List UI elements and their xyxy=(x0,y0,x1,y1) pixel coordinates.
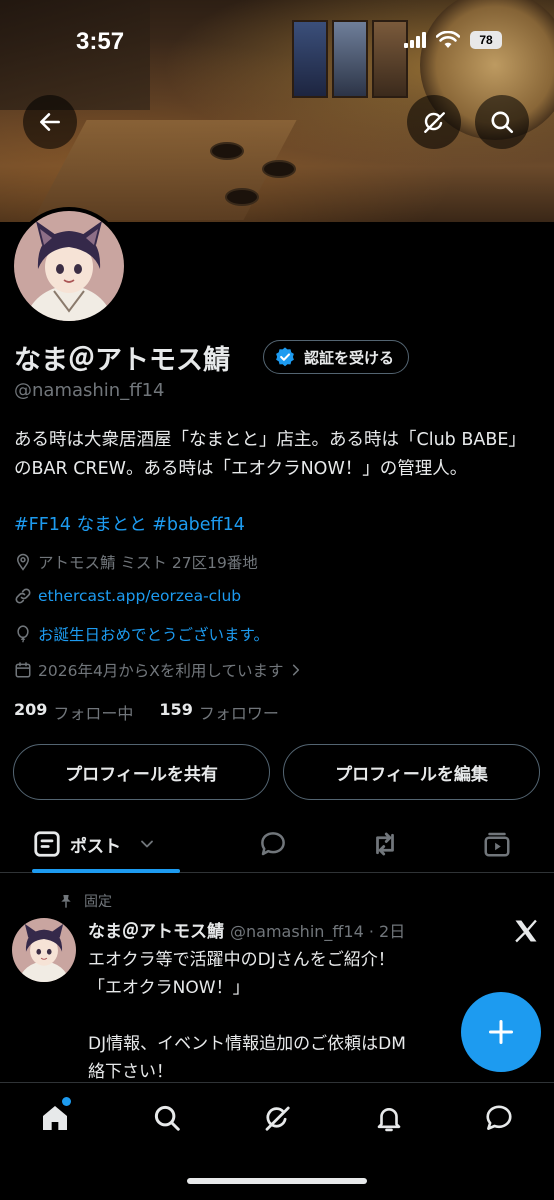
wifi-icon xyxy=(436,31,460,48)
chevron-down-icon xyxy=(141,840,153,848)
notification-dot xyxy=(62,1097,71,1106)
profile-website[interactable]: ethercast.app/eorzea-club xyxy=(14,587,241,605)
profile-birthday: お誕生日おめでとうございます。 xyxy=(14,623,269,645)
battery-indicator: 78 xyxy=(470,31,502,49)
x-logo-icon[interactable] xyxy=(512,917,540,945)
banner-board xyxy=(0,0,150,110)
profile-avatar[interactable] xyxy=(10,207,128,325)
post-header: なま＠アトモス鯖 @namashin_ff14 · 2日 xyxy=(88,917,405,942)
get-verified-button[interactable]: 認証を受ける xyxy=(263,340,410,374)
website-link[interactable]: ethercast.app/eorzea-club xyxy=(38,587,241,605)
balloon-icon xyxy=(17,625,29,643)
profile-bio: ある時は大衆居酒屋「なまとと」店主。ある時は「Club BABE」のBAR CR… xyxy=(14,430,526,479)
follow-stats: 209 フォロー中 159 フォロワー xyxy=(14,700,279,724)
avatar-image xyxy=(14,211,124,321)
following-label[interactable]: フォロー中 xyxy=(53,700,133,724)
nav-search[interactable] xyxy=(150,1101,184,1135)
edit-profile-button[interactable]: プロフィールを編集 xyxy=(283,744,540,800)
calendar-icon xyxy=(15,662,31,678)
grok-button[interactable] xyxy=(407,95,461,149)
post-author-name[interactable]: なま＠アトモス鯖 xyxy=(88,917,224,942)
home-icon xyxy=(43,1106,67,1130)
search-icon xyxy=(491,111,514,134)
nav-grok[interactable] xyxy=(260,1101,294,1135)
back-button[interactable] xyxy=(23,95,77,149)
grok-icon xyxy=(424,112,445,133)
followers-label[interactable]: フォロワー xyxy=(199,700,279,724)
tab-active-indicator xyxy=(32,869,180,873)
post-line xyxy=(88,1002,468,1030)
pin-icon xyxy=(61,895,71,908)
avatar-image xyxy=(12,918,76,982)
search-button[interactable] xyxy=(475,95,529,149)
banner-table xyxy=(225,188,259,206)
following-count[interactable]: 209 xyxy=(14,700,47,724)
profile-tabs: ポスト xyxy=(0,815,554,873)
chat-bubble-icon xyxy=(486,1105,512,1130)
post-line: 「エオクラNOW！」 xyxy=(88,978,250,998)
nav-home[interactable] xyxy=(38,1101,72,1135)
tab-posts[interactable]: ポスト xyxy=(32,815,157,873)
banner-poster xyxy=(332,20,368,98)
banner-poster xyxy=(292,20,328,98)
profile-hashtags[interactable]: #FF14 なまとと #babeff14 xyxy=(14,511,245,536)
home-indicator xyxy=(187,1178,367,1184)
replies-icon[interactable] xyxy=(258,829,288,859)
search-icon xyxy=(154,1105,180,1131)
location-pin-icon xyxy=(16,553,30,571)
banner-poster xyxy=(372,20,408,98)
banner-table xyxy=(262,160,296,178)
verified-badge-icon xyxy=(276,347,294,367)
profile-name: なま＠アトモス鯖 xyxy=(14,345,230,376)
media-icon[interactable] xyxy=(482,829,512,859)
pinned-label: 固定 xyxy=(84,894,112,910)
post-line: DJ情報、イベント情報追加のご依頼はDM xyxy=(88,1034,406,1054)
profile-handle: @namashin_ff14 xyxy=(14,380,165,401)
link-icon xyxy=(15,588,31,604)
status-time: 3:57 xyxy=(76,28,125,55)
chevron-right-icon xyxy=(293,664,300,676)
nav-notifications[interactable] xyxy=(372,1101,406,1135)
post-author-avatar[interactable] xyxy=(12,918,76,982)
post-body[interactable]: エオクラ等で活躍中のDJさんをご紹介！ 「エオクラNOW！」 DJ情報、イベント… xyxy=(88,946,468,1086)
posts-icon xyxy=(34,831,60,857)
profile-location: アトモス鯖 ミスト 27区19番地 xyxy=(14,551,258,573)
joined-text: 2026年4月からXを利用しています xyxy=(38,662,284,680)
location-text: アトモス鯖 ミスト 27区19番地 xyxy=(38,554,258,572)
banner-table xyxy=(210,142,244,160)
grok-icon xyxy=(265,1106,290,1131)
reposts-icon[interactable] xyxy=(370,829,400,859)
get-verified-label: 認証を受ける xyxy=(304,348,395,367)
profile-joined[interactable]: 2026年4月からXを利用しています xyxy=(14,659,303,681)
bell-icon xyxy=(377,1108,401,1132)
plus-icon xyxy=(488,1019,514,1045)
arrow-left-icon xyxy=(40,113,60,131)
status-icons: 78 xyxy=(404,31,502,49)
share-profile-button[interactable]: プロフィールを共有 xyxy=(13,744,270,800)
followers-count[interactable]: 159 xyxy=(159,700,192,724)
pinned-indicator: 固定 xyxy=(58,891,112,911)
nav-messages[interactable] xyxy=(482,1101,516,1135)
post-author-meta: @namashin_ff14 · 2日 xyxy=(230,922,406,941)
post-line: エオクラ等で活躍中のDJさんをご紹介！ xyxy=(88,950,395,970)
compose-post-button[interactable] xyxy=(461,992,541,1072)
birthday-text: お誕生日おめでとうございます。 xyxy=(38,626,269,644)
tab-posts-label: ポスト xyxy=(70,836,121,857)
signal-icon xyxy=(404,32,426,48)
